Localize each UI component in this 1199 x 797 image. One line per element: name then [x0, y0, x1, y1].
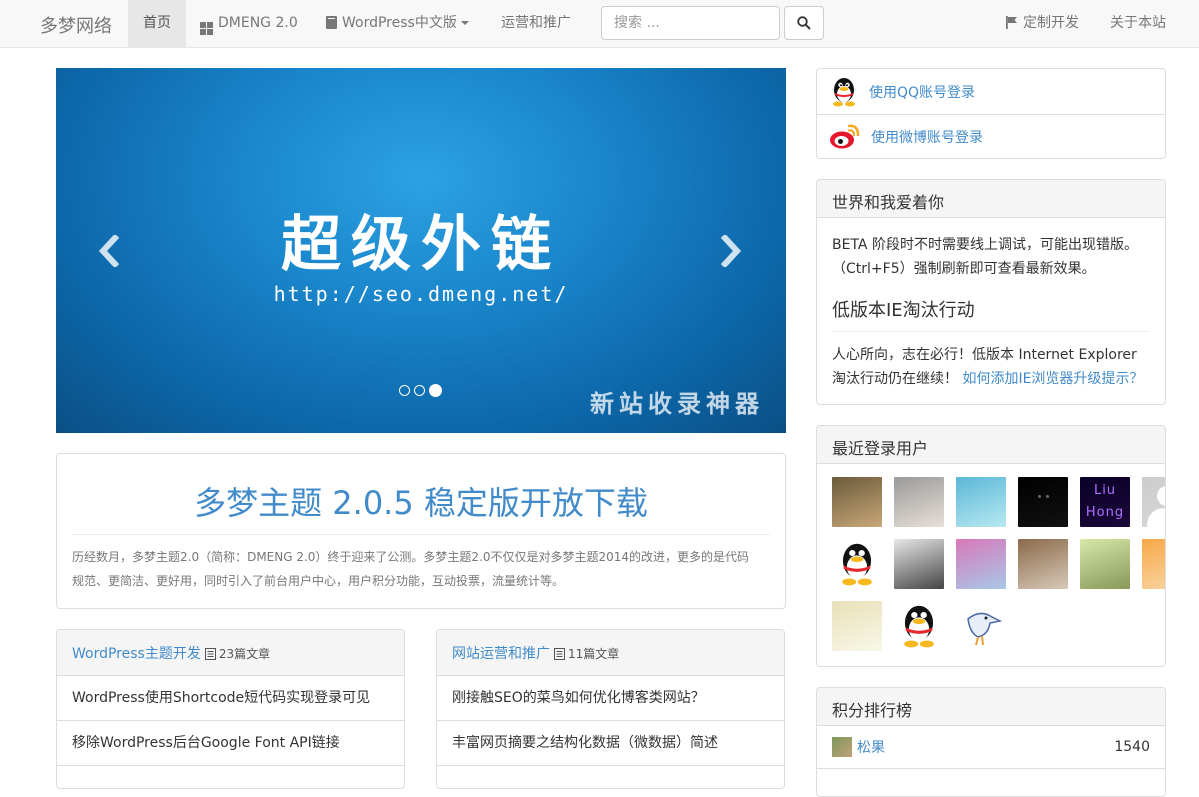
- nav-marketing[interactable]: 运营和推广: [486, 0, 586, 47]
- qq-penguin-icon: [833, 77, 855, 106]
- avatar-label: Liu Hong: [1085, 483, 1125, 520]
- qq-login-button[interactable]: 使用QQ账号登录: [817, 69, 1165, 114]
- avatar[interactable]: Liu Hong: [1080, 477, 1130, 527]
- announcement-text: 历经数月，多梦主题2.0（简称：DMENG 2.0）终于迎来了公测。多梦主题2.…: [72, 550, 750, 588]
- nav-wordpress-label: WordPress中文版: [342, 15, 457, 31]
- weibo-login-button[interactable]: 使用微博账号登录: [817, 114, 1165, 158]
- book-icon: [326, 16, 337, 29]
- avatar[interactable]: [1142, 477, 1165, 527]
- document-icon: [204, 648, 216, 660]
- category-panel-marketing: 网站运营和推广 11篇文章 刚接触SEO的菜鸟如何优化博客类网站？ 丰富网页摘要之…: [436, 629, 785, 789]
- avatar[interactable]: [1018, 539, 1068, 589]
- social-login-panel: 使用QQ账号登录 使用微博账号登录: [816, 68, 1166, 159]
- nav-dmeng-label: DMENG 2.0: [218, 15, 298, 31]
- avatar[interactable]: [894, 477, 944, 527]
- carousel-subtitle: 新站收录神器: [590, 390, 764, 418]
- announcement-panel: 多梦主题 2.0.5 稳定版开放下载 历经数月，多梦主题2.0（简称：DMENG…: [56, 453, 786, 609]
- nav-dmeng[interactable]: DMENG 2.0: [185, 0, 313, 47]
- avatar[interactable]: [1142, 539, 1165, 589]
- carousel-title: 超级外链: [281, 210, 561, 280]
- divider: [72, 534, 770, 535]
- avatar[interactable]: [956, 477, 1006, 527]
- notice-title: 世界和我爱着你: [817, 180, 1165, 218]
- list-item[interactable]: 刚接触SEO的菜鸟如何优化博客类网站？: [437, 676, 784, 721]
- category-panel-wordpress: WordPress主题开发 23篇文章 WordPress使用Shortcode短…: [56, 629, 405, 789]
- search-input[interactable]: [601, 6, 780, 40]
- site-brand[interactable]: 多梦网络: [40, 12, 112, 38]
- category-header: 网站运营和推广 11篇文章: [437, 630, 784, 676]
- carousel-url: http://seo.dmeng.net/: [273, 282, 569, 306]
- avatar[interactable]: [832, 601, 882, 651]
- nav-custom[interactable]: 定制开发: [991, 0, 1094, 47]
- ranking-row[interactable]: 松果 1540: [817, 726, 1165, 769]
- search-icon: [797, 16, 811, 30]
- document-icon: [554, 648, 565, 660]
- top-navbar: 多梦网络 首页 DMENG 2.0 WordPress中文版 运营和推广 定制开…: [0, 0, 1199, 48]
- grid-icon: [200, 22, 213, 35]
- ie-notice-title: 低版本IE淘汰行动: [832, 296, 1150, 332]
- avatar[interactable]: [894, 601, 944, 651]
- chevron-left-icon: [98, 235, 120, 267]
- nav-wordpress-dropdown[interactable]: WordPress中文版: [311, 0, 484, 47]
- hero-carousel[interactable]: 超级外链 http://seo.dmeng.net/ 新站收录神器: [56, 68, 786, 433]
- beta-notice-text: BETA 阶段时不时需要线上调试，可能出现错版。（Ctrl+F5）强制刷新即可查…: [832, 237, 1138, 277]
- carousel-dot[interactable]: [399, 385, 410, 396]
- list-item[interactable]: 丰富网页摘要之结构化数据（微数据）简述: [437, 721, 784, 766]
- list-item[interactable]: 移除WordPress后台Google Font API链接: [57, 721, 404, 766]
- ranking-name[interactable]: 松果: [857, 737, 1114, 757]
- avatar-grid: Liu Hong: [817, 464, 1165, 664]
- caret-down-icon: [460, 21, 469, 25]
- qq-penguin-icon: [842, 543, 872, 586]
- user-icon: [1147, 486, 1165, 527]
- carousel-dot[interactable]: [414, 385, 425, 396]
- category-header: WordPress主题开发 23篇文章: [57, 630, 404, 676]
- weibo-login-label: 使用微博账号登录: [871, 130, 983, 146]
- announcement-title[interactable]: 多梦主题 2.0.5 稳定版开放下载: [57, 478, 785, 524]
- avatar[interactable]: [956, 539, 1006, 589]
- qq-penguin-icon: [904, 605, 934, 648]
- avatar[interactable]: [832, 477, 882, 527]
- avatar[interactable]: [1018, 477, 1068, 527]
- category-count: 11篇文章: [568, 647, 620, 661]
- flag-icon: [1006, 16, 1017, 29]
- ie-notice-body: 人心所向，志在必行！低版本 Internet Explorer 淘汰行动仍在继续…: [832, 343, 1150, 391]
- avatar[interactable]: [894, 539, 944, 589]
- carousel-dot-active[interactable]: [429, 384, 442, 397]
- category-link[interactable]: 网站运营和推广: [452, 646, 550, 662]
- nav-home[interactable]: 首页: [128, 0, 186, 47]
- qq-login-label: 使用QQ账号登录: [869, 84, 976, 101]
- avatar: [832, 737, 852, 757]
- recent-users-title: 最近登录用户: [817, 426, 1165, 464]
- search-button[interactable]: [784, 6, 824, 40]
- category-count: 23篇文章: [218, 647, 271, 661]
- nav-custom-label: 定制开发: [1023, 15, 1079, 31]
- nav-about[interactable]: 关于本站: [1095, 0, 1181, 47]
- category-link[interactable]: WordPress主题开发: [72, 646, 201, 662]
- carousel-next-button[interactable]: [716, 234, 746, 268]
- avatar[interactable]: [832, 539, 882, 589]
- ranking-score: 1540: [1114, 739, 1150, 755]
- carousel-prev-button[interactable]: [94, 234, 124, 268]
- ie-upgrade-link[interactable]: 如何添加IE浏览器升级提示？: [962, 371, 1143, 387]
- avatar[interactable]: [1080, 539, 1130, 589]
- carousel-indicators: [399, 384, 442, 397]
- notice-panel: 世界和我爱着你 BETA 阶段时不时需要线上调试，可能出现错版。（Ctrl+F5…: [816, 179, 1166, 405]
- bird-icon: [967, 612, 1003, 646]
- ranking-title: 积分排行榜: [817, 688, 1165, 726]
- recent-users-panel: 最近登录用户 Liu Hong: [816, 425, 1166, 667]
- weibo-icon: [830, 124, 860, 149]
- avatar[interactable]: [956, 601, 1006, 651]
- list-item[interactable]: WordPress使用Shortcode短代码实现登录可见: [57, 676, 404, 721]
- chevron-right-icon: [720, 235, 742, 267]
